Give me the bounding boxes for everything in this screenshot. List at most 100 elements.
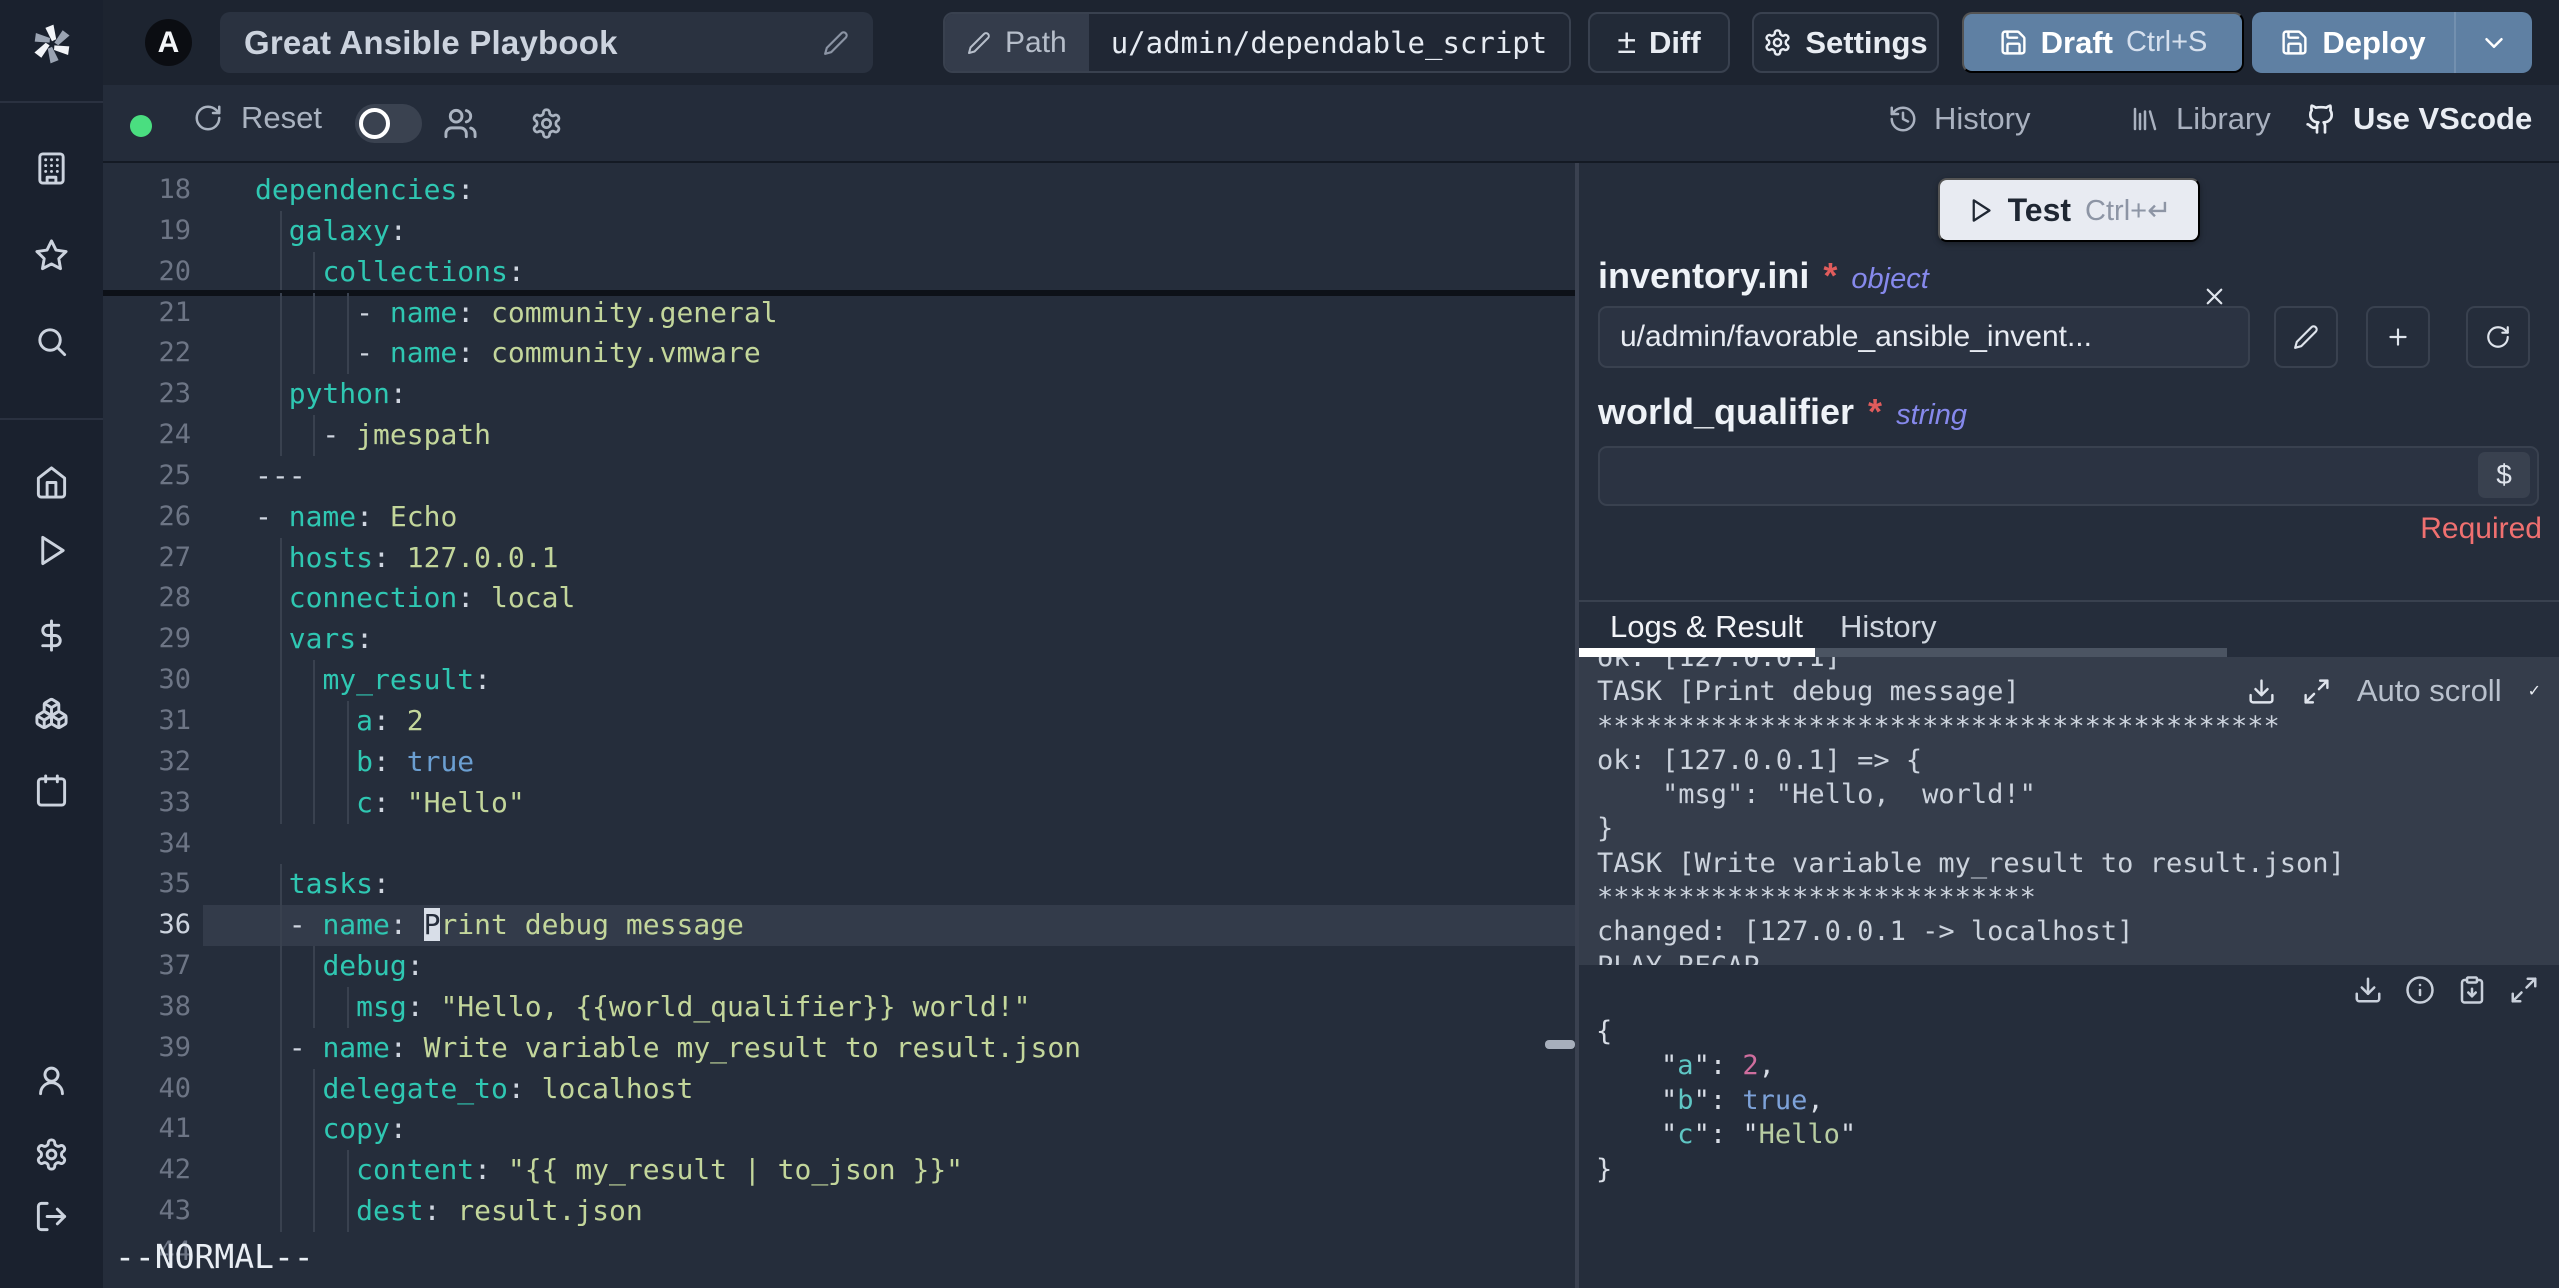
- path-label-segment[interactable]: Path: [945, 14, 1089, 71]
- field-label-inventory: inventory.ini * object: [1598, 255, 1929, 297]
- code-line-27[interactable]: 27 hosts: 127.0.0.1: [103, 537, 1575, 579]
- expand-result-icon[interactable]: [2509, 975, 2539, 1005]
- workspace-building-icon[interactable]: [34, 151, 69, 186]
- log-line: changed: [127.0.0.1 -> localhost]: [1597, 916, 2134, 948]
- history-button[interactable]: History: [1888, 101, 2030, 137]
- indent-guide: [279, 700, 282, 742]
- panel-resize-handle[interactable]: [1545, 1040, 1575, 1049]
- clear-x-icon[interactable]: [2201, 283, 2228, 310]
- result-line: {: [1596, 1015, 1856, 1049]
- code-token: "{{ my_result | to_json }}": [507, 1153, 964, 1187]
- code-line-23[interactable]: 23 python:: [103, 374, 1575, 416]
- user-icon[interactable]: [34, 1063, 69, 1098]
- indent-guide: [347, 333, 350, 375]
- code-token: name: [389, 336, 458, 370]
- code-editor[interactable]: 18 dependencies: 19 galaxy: 20 collections:…: [103, 163, 1575, 1288]
- refresh-icon: [195, 105, 221, 131]
- tab-scrollbar[interactable]: [1815, 648, 2227, 657]
- path-field[interactable]: Path u/admin/dependable_script: [943, 12, 1572, 73]
- indent-guide: [279, 374, 282, 416]
- windmill-logo-icon[interactable]: [30, 22, 74, 66]
- logout-icon[interactable]: [34, 1199, 69, 1234]
- auto-scroll-check-icon[interactable]: ✓: [2528, 681, 2541, 701]
- tab-logs-result[interactable]: Logs & Result: [1610, 609, 1803, 645]
- code-line-30[interactable]: 30 my_result:: [103, 660, 1575, 701]
- deploy-dropdown-button[interactable]: [2456, 28, 2532, 58]
- code-line-24[interactable]: 24 - jmespath: [103, 415, 1575, 456]
- code-line-43[interactable]: 43 dest: result.json: [103, 1191, 1575, 1232]
- inventory-resource-input[interactable]: [1598, 306, 2250, 368]
- library-button[interactable]: Library: [2130, 101, 2271, 137]
- schedules-calendar-icon[interactable]: [34, 773, 69, 808]
- code-line-40[interactable]: 40 delegate_to: localhost: [103, 1068, 1575, 1110]
- variables-dollar-icon[interactable]: [34, 618, 69, 653]
- settings-gear-icon[interactable]: [34, 1137, 69, 1172]
- code-line-38[interactable]: 38 msg: "Hello, {{world_qualifier}} worl…: [103, 986, 1575, 1028]
- code-line-37[interactable]: 37 debug:: [103, 946, 1575, 987]
- code-line-22[interactable]: 22 - name: community.vmware: [103, 333, 1575, 375]
- deploy-button[interactable]: Deploy: [2252, 12, 2532, 73]
- chevron-down-icon: [2485, 37, 2503, 48]
- toggle-knob: [359, 108, 390, 139]
- code-line-28[interactable]: 28 connection: local: [103, 578, 1575, 620]
- use-vscode-button[interactable]: Use VScode: [2305, 101, 2532, 137]
- draft-button[interactable]: Draft Ctrl+S: [1962, 12, 2244, 73]
- code-line-33[interactable]: 33 c: "Hello": [103, 782, 1575, 824]
- download-result-icon[interactable]: [2353, 975, 2383, 1005]
- tab-history[interactable]: History: [1840, 609, 1936, 645]
- code-line-20[interactable]: 20 collections:: [103, 251, 1575, 293]
- code-token: my_result: [322, 663, 475, 697]
- code-line-25[interactable]: 25 ---: [103, 456, 1575, 497]
- editor-settings-gear-icon[interactable]: [530, 107, 563, 140]
- info-icon[interactable]: [2405, 975, 2435, 1005]
- diff-mode-toggle[interactable]: [355, 104, 422, 143]
- code-line-29[interactable]: 29 vars:: [103, 619, 1575, 661]
- code-line-36[interactable]: 36 - name: Print debug message: [103, 905, 1575, 947]
- code-line-32[interactable]: 32 b: true: [103, 741, 1575, 783]
- code-line-44[interactable]: 44: [103, 1232, 1575, 1273]
- result-token: ": [1742, 1119, 1759, 1151]
- indent-guide: [313, 1150, 316, 1192]
- code-line-21[interactable]: 21 - name: community.general: [103, 289, 1575, 334]
- refresh-resource-button[interactable]: [2466, 306, 2530, 368]
- settings-button[interactable]: Settings: [1752, 12, 1939, 73]
- home-icon[interactable]: [34, 465, 69, 500]
- edit-resource-button[interactable]: [2274, 306, 2338, 368]
- download-logs-icon[interactable]: [2247, 677, 2276, 706]
- reset-button[interactable]: Reset: [193, 100, 322, 136]
- search-icon[interactable]: [34, 324, 69, 359]
- expand-logs-icon[interactable]: [2302, 677, 2331, 706]
- add-resource-button[interactable]: [2366, 306, 2430, 368]
- world-qualifier-input[interactable]: [1598, 446, 2539, 506]
- code-line-19[interactable]: 19 galaxy:: [103, 210, 1575, 252]
- code-line-35[interactable]: 35 tasks:: [103, 864, 1575, 906]
- code-line-42[interactable]: 42 content: "{{ my_result | to_json }}": [103, 1150, 1575, 1192]
- copy-result-clipboard-icon[interactable]: [2457, 975, 2487, 1005]
- result-line: }: [1596, 1153, 1856, 1187]
- code-token: :: [457, 581, 492, 615]
- code-line-34[interactable]: 34: [103, 824, 1575, 865]
- indent-guide: [313, 292, 316, 334]
- indent-guide: [313, 251, 316, 293]
- code-line-39[interactable]: 39 - name: Write variable my_result to r…: [103, 1027, 1575, 1069]
- edit-pencil-icon[interactable]: [823, 30, 849, 56]
- runs-play-icon[interactable]: [34, 533, 69, 568]
- code-line-31[interactable]: 31 a: 2: [103, 700, 1575, 742]
- code-line-41[interactable]: 41 copy:: [103, 1109, 1575, 1151]
- code-token: connection: [288, 581, 458, 615]
- resources-boxes-icon[interactable]: [34, 696, 69, 731]
- script-title-input[interactable]: Great Ansible Playbook: [220, 12, 873, 73]
- path-value[interactable]: u/admin/dependable_script: [1088, 14, 1570, 71]
- logs-toolbar: Auto scroll ✓: [2247, 673, 2541, 709]
- collaborators-users-icon[interactable]: [443, 106, 478, 141]
- test-button[interactable]: Test Ctrl+↵: [1938, 178, 2200, 242]
- diff-button[interactable]: ± Diff: [1588, 12, 1730, 73]
- test-shortcut: Ctrl+↵: [2085, 194, 2172, 227]
- result-line: "a": 2,: [1596, 1049, 1856, 1083]
- favorites-star-icon[interactable]: [34, 238, 69, 273]
- code-line-26[interactable]: 26 - name: Echo: [103, 497, 1575, 538]
- insert-variable-button[interactable]: $: [2478, 452, 2530, 498]
- code-line-18[interactable]: 18 dependencies:: [103, 170, 1575, 211]
- code-token: community.vmware: [491, 336, 761, 370]
